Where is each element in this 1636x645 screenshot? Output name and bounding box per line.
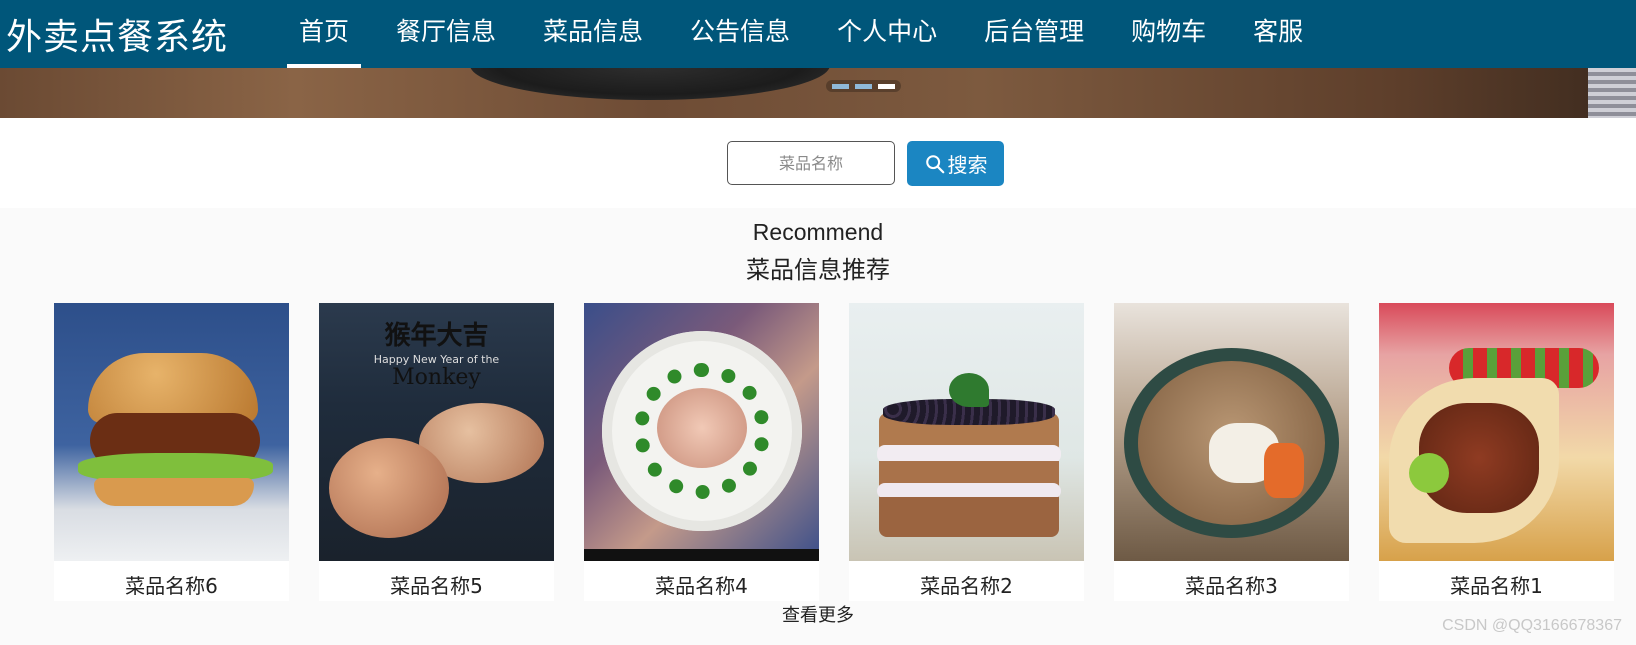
nav-item-home[interactable]: 首页 xyxy=(287,0,362,68)
dish-image-blackberry-cake[interactable] xyxy=(849,303,1084,561)
search-button[interactable]: 搜索 xyxy=(907,141,1004,186)
nav-item-admin[interactable]: 后台管理 xyxy=(972,0,1096,68)
dish-name[interactable]: 菜品名称3 xyxy=(1114,561,1349,601)
carousel-dot-1[interactable] xyxy=(832,83,849,89)
search-icon xyxy=(925,154,944,173)
nav-item-profile[interactable]: 个人中心 xyxy=(825,0,949,68)
image-text-cn: 猴年大吉 xyxy=(384,321,489,351)
dish-name[interactable]: 菜品名称2 xyxy=(849,561,1084,601)
dish-name[interactable]: 菜品名称5 xyxy=(319,561,554,601)
view-more-link[interactable]: 查看更多 xyxy=(0,601,1636,627)
search-input[interactable] xyxy=(727,141,895,185)
nav-item-restaurant-info[interactable]: 餐厅信息 xyxy=(384,0,508,68)
carousel-dot-3[interactable] xyxy=(878,83,895,89)
dish-card[interactable]: 猴年大吉 Happy New Year of the Monkey 菜品名称5 xyxy=(319,303,554,601)
dish-name[interactable]: 菜品名称6 xyxy=(54,561,289,601)
dish-card-list: 菜品名称6 猴年大吉 Happy New Year of the Monkey … xyxy=(54,303,1614,601)
dish-image-burger[interactable] xyxy=(54,303,289,561)
dish-card[interactable]: 菜品名称2 xyxy=(849,303,1084,601)
nav-item-customer-service[interactable]: 客服 xyxy=(1241,0,1315,68)
section-title-en: Recommend xyxy=(752,219,884,245)
nav-item-cart[interactable]: 购物车 xyxy=(1119,0,1218,68)
search-bar: 搜索 xyxy=(0,118,1636,208)
dish-card[interactable]: 菜品名称3 xyxy=(1114,303,1349,601)
nav-item-dish-info[interactable]: 菜品信息 xyxy=(531,0,655,68)
dish-image-cookies[interactable]: 猴年大吉 Happy New Year of the Monkey xyxy=(319,303,554,561)
dish-card[interactable]: 菜品名称1 xyxy=(1379,303,1614,601)
dish-image-stew-soup[interactable] xyxy=(1114,303,1349,561)
watermark: CSDN @QQ3166678367 xyxy=(1442,617,1622,634)
dish-name[interactable]: 菜品名称1 xyxy=(1379,561,1614,601)
dish-image-tacos[interactable] xyxy=(1379,303,1614,561)
dish-name[interactable]: 菜品名称4 xyxy=(584,561,819,601)
dish-image-plated-dish[interactable] xyxy=(584,303,819,561)
recommend-section: Recommend 菜品信息推荐 菜品名称6 猴年大吉 Happy New Ye… xyxy=(0,208,1636,645)
nav-menu: 首页 餐厅信息 菜品信息 公告信息 个人中心 后台管理 购物车 客服 xyxy=(287,0,1338,68)
top-navbar: 外卖点餐系统 首页 餐厅信息 菜品信息 公告信息 个人中心 后台管理 购物车 客… xyxy=(0,0,1636,68)
image-text-monkey: Monkey xyxy=(392,365,481,390)
carousel-indicators xyxy=(826,80,901,92)
dish-card[interactable]: 菜品名称6 xyxy=(54,303,289,601)
carousel-dot-2[interactable] xyxy=(855,83,872,89)
carousel-next-slide-edge xyxy=(1588,68,1636,118)
dish-card[interactable]: 菜品名称4 xyxy=(584,303,819,601)
section-title-cn: 菜品信息推荐 xyxy=(746,256,890,284)
nav-item-announcements[interactable]: 公告信息 xyxy=(678,0,802,68)
search-button-label: 搜索 xyxy=(947,153,988,177)
site-title: 外卖点餐系统 xyxy=(6,17,229,58)
